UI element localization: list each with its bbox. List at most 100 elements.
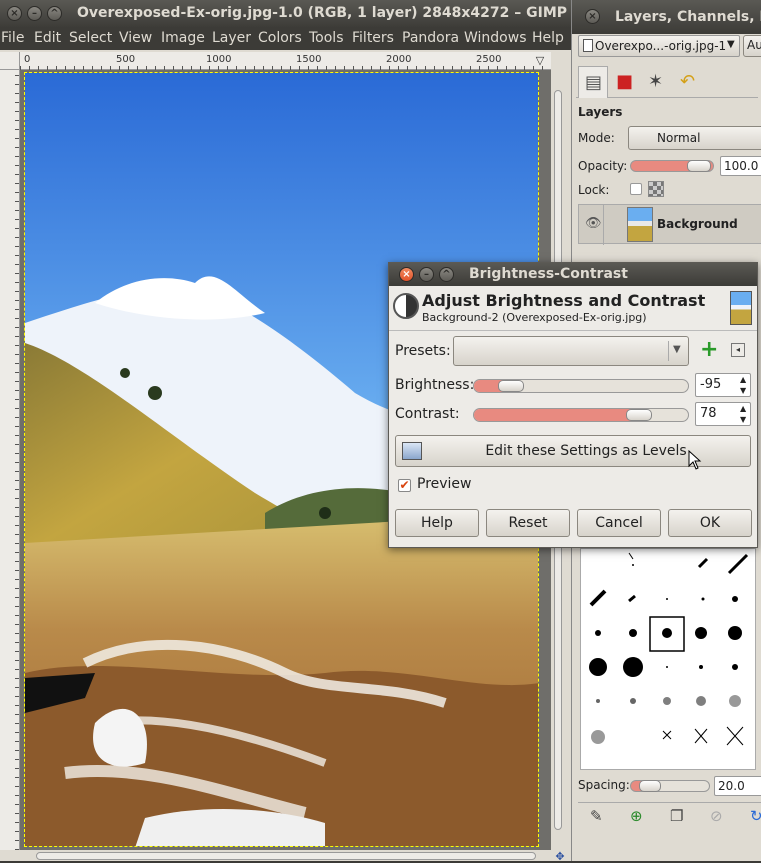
brightness-slider[interactable] (473, 379, 689, 393)
layer-row[interactable]: 👁 Background (578, 204, 761, 245)
dialog-maximize-button[interactable]: ^ (439, 267, 454, 282)
horizontal-scrollbar[interactable] (20, 850, 551, 861)
spin-up-icon[interactable]: ▲ (740, 375, 746, 384)
menu-windows[interactable]: Windows (464, 30, 527, 46)
tab-undo-history[interactable]: ↶ (674, 68, 704, 98)
menubar: File Edit Select View Image Layer Colors… (0, 28, 571, 50)
new-brush-icon[interactable]: ⊕ (630, 807, 643, 825)
brushes-grid[interactable] (580, 548, 756, 770)
window-title: Overexposed-Ex-orig.jpg-1.0 (RGB, 1 laye… (77, 5, 568, 21)
image-icon (583, 39, 593, 52)
edit-brush-icon[interactable]: ✎ (590, 807, 603, 825)
ruler-corner[interactable] (0, 52, 20, 70)
vertical-ruler[interactable] (0, 70, 20, 850)
brightness-contrast-dialog: × – ^ Brightness-Contrast Adjust Brightn… (388, 262, 758, 548)
layer-thumbnail (627, 207, 653, 242)
contrast-slider-thumb[interactable] (625, 409, 652, 421)
opacity-input[interactable]: 100.0 (720, 156, 761, 176)
lock-label: Lock: (578, 183, 610, 197)
combo-divider (668, 341, 669, 361)
preview-checkbox[interactable]: ✔ (398, 479, 411, 492)
help-button[interactable]: Help (395, 509, 479, 537)
close-window-button[interactable]: × (7, 6, 22, 21)
preset-menu-icon[interactable]: ◂ (731, 343, 745, 357)
separator (389, 330, 757, 331)
preview-label: Preview (417, 476, 472, 492)
contrast-slider[interactable] (473, 408, 689, 422)
contrast-value: 78 (700, 406, 717, 421)
close-dock-button[interactable]: × (585, 9, 600, 24)
presets-combo[interactable]: ▼ (453, 336, 689, 366)
eye-icon[interactable]: 👁 (585, 216, 602, 231)
menu-view[interactable]: View (119, 30, 152, 46)
mode-select[interactable]: Normal (628, 126, 761, 150)
contrast-spinbox[interactable]: 78 ▲ ▼ (695, 402, 751, 426)
image-select-value: Overexpo...-orig.jpg-1 (595, 39, 727, 53)
dialog-close-button[interactable]: × (399, 267, 414, 282)
layers-icon: ▤ (585, 72, 603, 93)
spacing-label: Spacing: (578, 778, 630, 792)
menu-tools[interactable]: Tools (309, 30, 344, 46)
horizontal-ruler[interactable]: 0 500 1000 1500 2000 2500 (20, 52, 551, 70)
dock-titlebar[interactable]: × Layers, Channels, P (572, 0, 761, 34)
spacing-input[interactable]: 20.0 (714, 776, 761, 796)
opacity-slider[interactable] (630, 160, 714, 172)
mode-label: Mode: (578, 131, 615, 145)
minimize-window-button[interactable]: – (27, 6, 42, 21)
contrast-label: Contrast: (395, 406, 460, 422)
image-select[interactable]: Overexpo...-orig.jpg-1 ▼ (578, 35, 740, 57)
opacity-slider-thumb[interactable] (687, 160, 711, 172)
lock-pixels-checkbox[interactable] (630, 183, 642, 195)
dialog-title: Brightness-Contrast (469, 266, 628, 282)
menu-filters[interactable]: Filters (352, 30, 394, 46)
tab-paths[interactable]: ✶ (642, 68, 672, 98)
tab-layers[interactable]: ▤ (578, 66, 608, 98)
brightness-label: Brightness: (395, 377, 475, 393)
spacing-slider[interactable] (630, 780, 710, 792)
menu-file[interactable]: File (1, 30, 24, 46)
spin-down-icon[interactable]: ▼ (740, 415, 746, 424)
tab-channels[interactable]: ■ (610, 68, 640, 98)
brightness-value: -95 (700, 377, 722, 392)
lock-alpha-icon[interactable] (648, 181, 664, 197)
ruler-tick-label: 1500 (296, 54, 322, 65)
maximize-window-button[interactable]: ^ (47, 6, 62, 21)
spin-down-icon[interactable]: ▼ (740, 386, 746, 395)
ruler-tick-label: 2000 (386, 54, 412, 65)
ruler-tick-label: 1000 (206, 54, 232, 65)
reset-button[interactable]: Reset (486, 509, 570, 537)
image-window-titlebar[interactable]: × – ^ Overexposed-Ex-orig.jpg-1.0 (RGB, … (0, 0, 571, 28)
menu-layer[interactable]: Layer (212, 30, 251, 46)
spin-up-icon[interactable]: ▲ (740, 404, 746, 413)
paths-icon: ✶ (648, 71, 664, 92)
ruler-ticks (15, 70, 19, 850)
menu-pandora[interactable]: Pandora (402, 30, 459, 46)
auto-button[interactable]: Au (743, 35, 761, 57)
cancel-button[interactable]: Cancel (577, 509, 661, 537)
dialog-titlebar[interactable]: × – ^ Brightness-Contrast (389, 263, 757, 286)
duplicate-brush-icon[interactable]: ❐ (670, 807, 683, 825)
chain-column[interactable] (603, 205, 604, 245)
spacing-slider-thumb[interactable] (639, 780, 661, 792)
menu-colors[interactable]: Colors (258, 30, 302, 46)
menu-image[interactable]: Image (161, 30, 205, 46)
horizontal-scroll-thumb[interactable] (36, 852, 536, 860)
ok-button[interactable]: OK (668, 509, 752, 537)
menu-help[interactable]: Help (532, 30, 564, 46)
dock-title: Layers, Channels, P (615, 9, 761, 25)
presets-label: Presets: (395, 343, 451, 359)
refresh-brushes-icon[interactable]: ↻ (750, 807, 761, 825)
brightness-slider-thumb[interactable] (497, 380, 524, 392)
menu-select[interactable]: Select (69, 30, 112, 46)
brush-previews (589, 552, 749, 746)
menu-edit[interactable]: Edit (34, 30, 61, 46)
channels-icon: ■ (616, 71, 634, 92)
delete-brush-icon[interactable]: ⊘ (710, 807, 723, 825)
ruler-tick-label: 2500 (476, 54, 502, 65)
navigate-icon[interactable]: ▽ (533, 54, 547, 68)
navigation-icon[interactable]: ✥ (553, 850, 567, 863)
dialog-minimize-button[interactable]: – (419, 267, 434, 282)
add-preset-icon[interactable]: + (700, 338, 718, 362)
brightness-spinbox[interactable]: -95 ▲ ▼ (695, 373, 751, 397)
dialog-heading: Adjust Brightness and Contrast (422, 291, 706, 310)
